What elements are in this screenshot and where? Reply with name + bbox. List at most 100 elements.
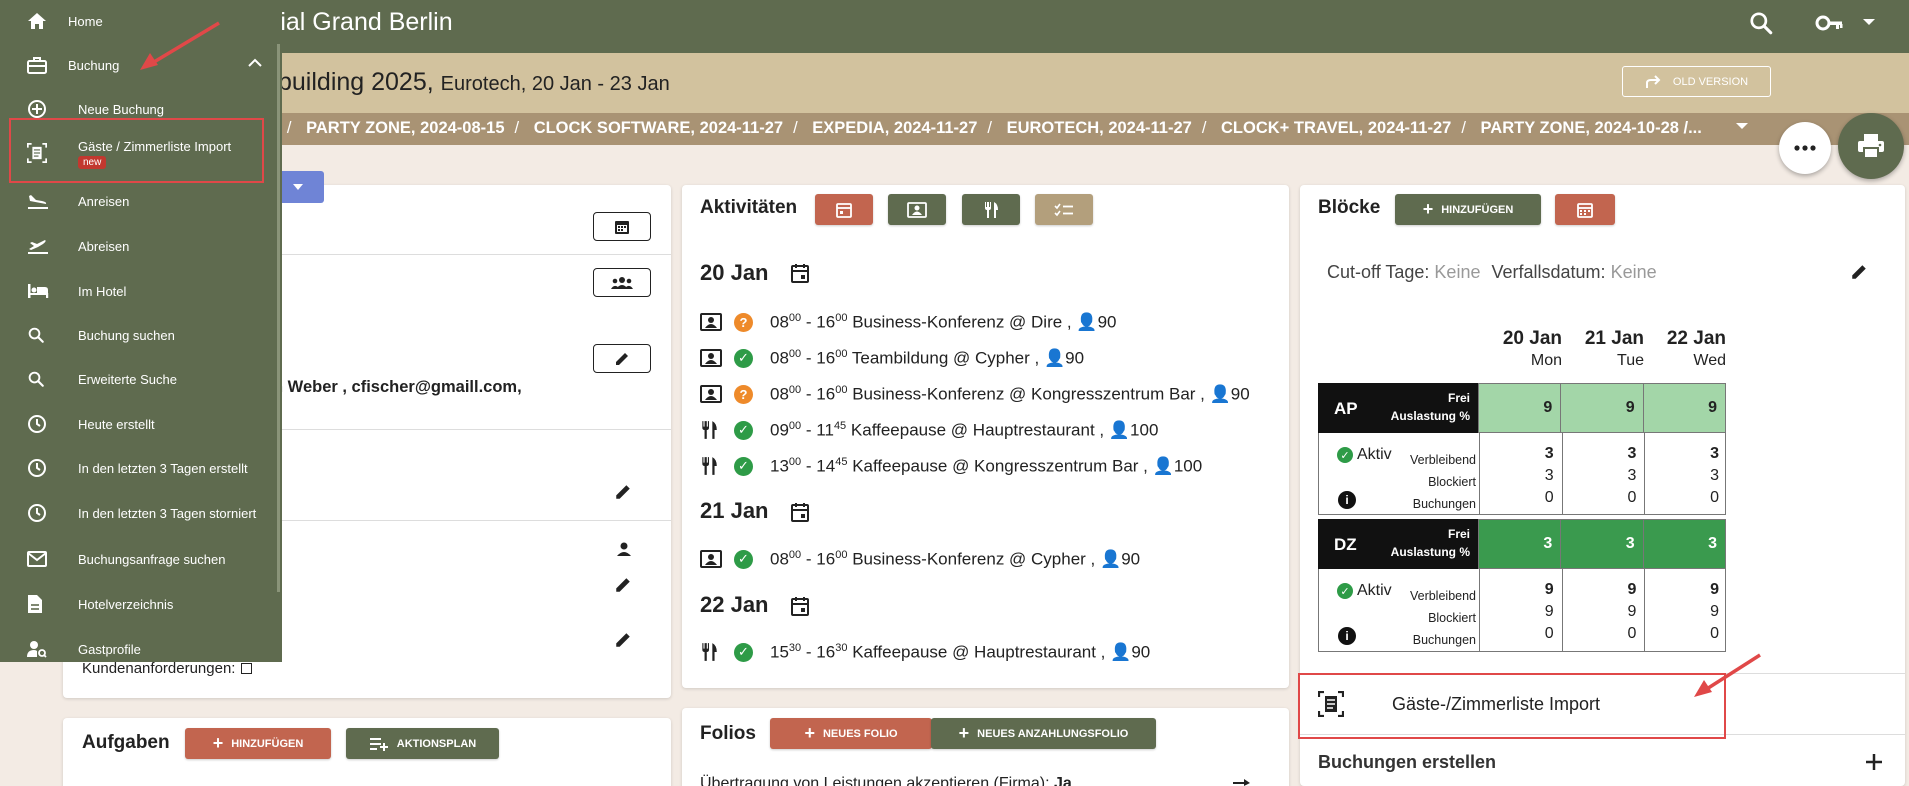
arrow-right-icon[interactable] xyxy=(1233,779,1251,786)
forward-arrow-icon xyxy=(1645,74,1661,88)
attendee-count: 100 xyxy=(1173,456,1203,476)
sidebar-item-buchung-suchen[interactable]: Buchung suchen xyxy=(0,315,282,355)
calendar-icon xyxy=(836,202,852,218)
activity-calendar-button[interactable] xyxy=(815,194,873,225)
breadcrumb-item[interactable]: EUROTECH, 2024-11-27 xyxy=(1007,119,1192,137)
sidebar-item-label: Neue Buchung xyxy=(78,101,165,117)
sidebar-item-label: Buchung suchen xyxy=(78,327,175,343)
activity-row[interactable]: ✓ 0900 - 1145 Kaffeepause @ Hauptrestaur… xyxy=(700,416,1158,444)
action-plan-button[interactable]: AKTIONSPLAN xyxy=(346,728,499,759)
confirmed-status-icon: ✓ xyxy=(734,642,753,662)
transfer-info: Übertragung von Leistungen akzeptieren (… xyxy=(700,775,1072,786)
guest-list-import-label: Gäste-/Zimmerliste Import xyxy=(1392,693,1601,714)
calendar-event-icon[interactable] xyxy=(791,502,809,522)
guests-button[interactable] xyxy=(593,268,651,297)
plus-icon: + xyxy=(804,723,815,743)
breadcrumb-item[interactable]: EXPEDIA, 2024-11-27 xyxy=(812,119,977,137)
edit-icon[interactable] xyxy=(614,631,632,649)
tasks-title: Aufgaben xyxy=(82,732,170,753)
breadcrumb-more[interactable]: /... xyxy=(1684,119,1702,137)
edit-icon[interactable] xyxy=(614,576,632,594)
activity-row[interactable]: ? 0800 - 1600 Business-Konferenz @ Kongr… xyxy=(700,380,1250,408)
guest-list-import-item[interactable]: Gäste-/Zimmerliste Import xyxy=(1318,689,1702,719)
new-folio-button[interactable]: + NEUES FOLIO xyxy=(770,718,932,749)
mail-icon xyxy=(27,551,47,567)
key-icon[interactable] xyxy=(1815,12,1845,34)
add-task-label: HINZUFÜGEN xyxy=(231,737,304,750)
chevron-up-icon[interactable] xyxy=(248,58,262,67)
breadcrumb-item[interactable]: PARTY ZONE, 2024-10-28 xyxy=(1481,119,1679,137)
new-deposit-folio-button[interactable]: + NEUES ANZAHLUNGSFOLIO xyxy=(931,718,1156,749)
sidebar-item-label: Gastprofile xyxy=(78,641,141,657)
old-version-button[interactable]: OLD VERSION xyxy=(1622,66,1771,97)
booking-name: building 2025, xyxy=(278,68,434,96)
restaurant-icon xyxy=(700,456,734,476)
activity-description: Kaffeepause @ Hauptrestaurant , xyxy=(850,420,1105,440)
activity-row[interactable]: ✓ 1530 - 1630 Kaffeepause @ Hauptrestaur… xyxy=(700,638,1150,666)
add-block-button[interactable]: + HINZUFÜGEN xyxy=(1395,194,1541,225)
bed-icon xyxy=(27,283,49,299)
create-bookings-label[interactable]: Buchungen erstellen xyxy=(1318,752,1496,773)
active-status-icon: ✓ xyxy=(1337,583,1353,599)
sidebar-item-anreisen[interactable]: Anreisen xyxy=(0,181,282,221)
sidebar-item-abreisen[interactable]: Abreisen xyxy=(0,226,282,266)
activity-row[interactable]: ✓ 0800 - 1600 Business-Konferenz @ Cyphe… xyxy=(700,545,1140,573)
blocks-title: Blöcke xyxy=(1318,197,1381,218)
folios-title: Folios xyxy=(700,723,756,744)
sidebar-item-heute-erstellt[interactable]: Heute erstellt xyxy=(0,404,282,444)
annotation-arrow xyxy=(140,21,220,70)
info-icon[interactable]: i xyxy=(1338,491,1356,509)
add-task-button[interactable]: + HINZUFÜGEN xyxy=(185,728,331,759)
edit-icon[interactable] xyxy=(1850,263,1868,281)
person-icon: 👤 xyxy=(1110,642,1132,662)
plus-icon[interactable] xyxy=(1864,752,1884,772)
sidebar-item-hotelverzeichnis[interactable]: Hotelverzeichnis xyxy=(0,584,282,624)
calendar-icon xyxy=(1577,202,1593,218)
restaurant-icon xyxy=(700,642,734,662)
breadcrumb-item[interactable]: CLOCK SOFTWARE, 2024-11-27 xyxy=(534,119,783,137)
activity-row[interactable]: ✓ 0800 - 1600 Teambildung @ Cypher , 👤90 xyxy=(700,344,1084,372)
file-icon xyxy=(27,594,43,614)
activity-description: Business-Konferenz @ Kongresszentrum Bar… xyxy=(852,384,1205,404)
search-icon[interactable] xyxy=(1748,10,1774,36)
activity-row[interactable]: ✓ 1300 - 1445 Kaffeepause @ Kongresszent… xyxy=(700,452,1202,480)
activity-description: Business-Konferenz @ Cypher , xyxy=(852,549,1096,569)
breadcrumb-item[interactable]: PARTY ZONE, 2024-08-15 xyxy=(306,119,504,137)
breadcrumb-expand-icon[interactable] xyxy=(1735,121,1749,131)
sidebar-item-label: Buchung xyxy=(68,57,120,73)
checklist-icon xyxy=(1054,203,1073,216)
activity-meeting-button[interactable] xyxy=(888,194,946,225)
breadcrumb-item[interactable]: CLOCK+ TRAVEL, 2024-11-27 xyxy=(1221,119,1451,137)
person-icon: 👤 xyxy=(1043,348,1066,368)
calendar-button[interactable] xyxy=(593,212,651,241)
navigation-sidebar: Home Buchung Neue Buchung Gäste / Zimmer… xyxy=(0,0,282,662)
room-type-details-dz: ✓ Aktiv Verbleibend Blockiert Buchungen … xyxy=(1318,569,1726,652)
edit-icon[interactable] xyxy=(614,483,632,501)
confirmed-status-icon: ✓ xyxy=(734,420,753,440)
activity-row[interactable]: ? 0800 - 1600 Business-Konferenz @ Dire … xyxy=(700,308,1116,336)
sidebar-item-gastprofile[interactable]: Gastprofile xyxy=(0,629,282,669)
sidebar-scrollbar[interactable] xyxy=(277,44,280,592)
sidebar-item-erweiterte-suche[interactable]: Erweiterte Suche xyxy=(0,359,282,399)
attendee-count: 90 xyxy=(1065,348,1085,368)
search-icon xyxy=(27,326,45,344)
sidebar-item-cancelled-3-days[interactable]: In den letzten 3 Tagen storniert xyxy=(0,493,282,533)
sidebar-item-created-3-days[interactable]: In den letzten 3 Tagen erstellt xyxy=(0,448,282,488)
calendar-event-icon[interactable] xyxy=(791,263,809,283)
sidebar-item-im-hotel[interactable]: Im Hotel xyxy=(0,271,282,311)
room-type-details-ap: ✓ Aktiv Verbleibend Blockiert Buchungen … xyxy=(1318,433,1726,515)
print-button[interactable] xyxy=(1838,113,1904,179)
edit-contact-button[interactable] xyxy=(593,344,651,373)
block-calendar-button[interactable] xyxy=(1555,194,1615,225)
sidebar-item-label: In den letzten 3 Tagen erstellt xyxy=(78,460,248,476)
calendar-event-icon[interactable] xyxy=(791,596,809,616)
info-icon[interactable]: i xyxy=(1338,627,1356,645)
activity-restaurant-button[interactable] xyxy=(962,194,1020,225)
attendee-count: 100 xyxy=(1130,420,1159,440)
more-options-button[interactable] xyxy=(1779,122,1831,174)
activity-checklist-button[interactable] xyxy=(1035,194,1093,225)
flight-takeoff-icon xyxy=(27,237,49,255)
sidebar-item-buchungsanfrage[interactable]: Buchungsanfrage suchen xyxy=(0,539,282,579)
account-dropdown-icon[interactable] xyxy=(1862,17,1876,27)
activity-day-heading: 22 Jan xyxy=(700,592,769,617)
